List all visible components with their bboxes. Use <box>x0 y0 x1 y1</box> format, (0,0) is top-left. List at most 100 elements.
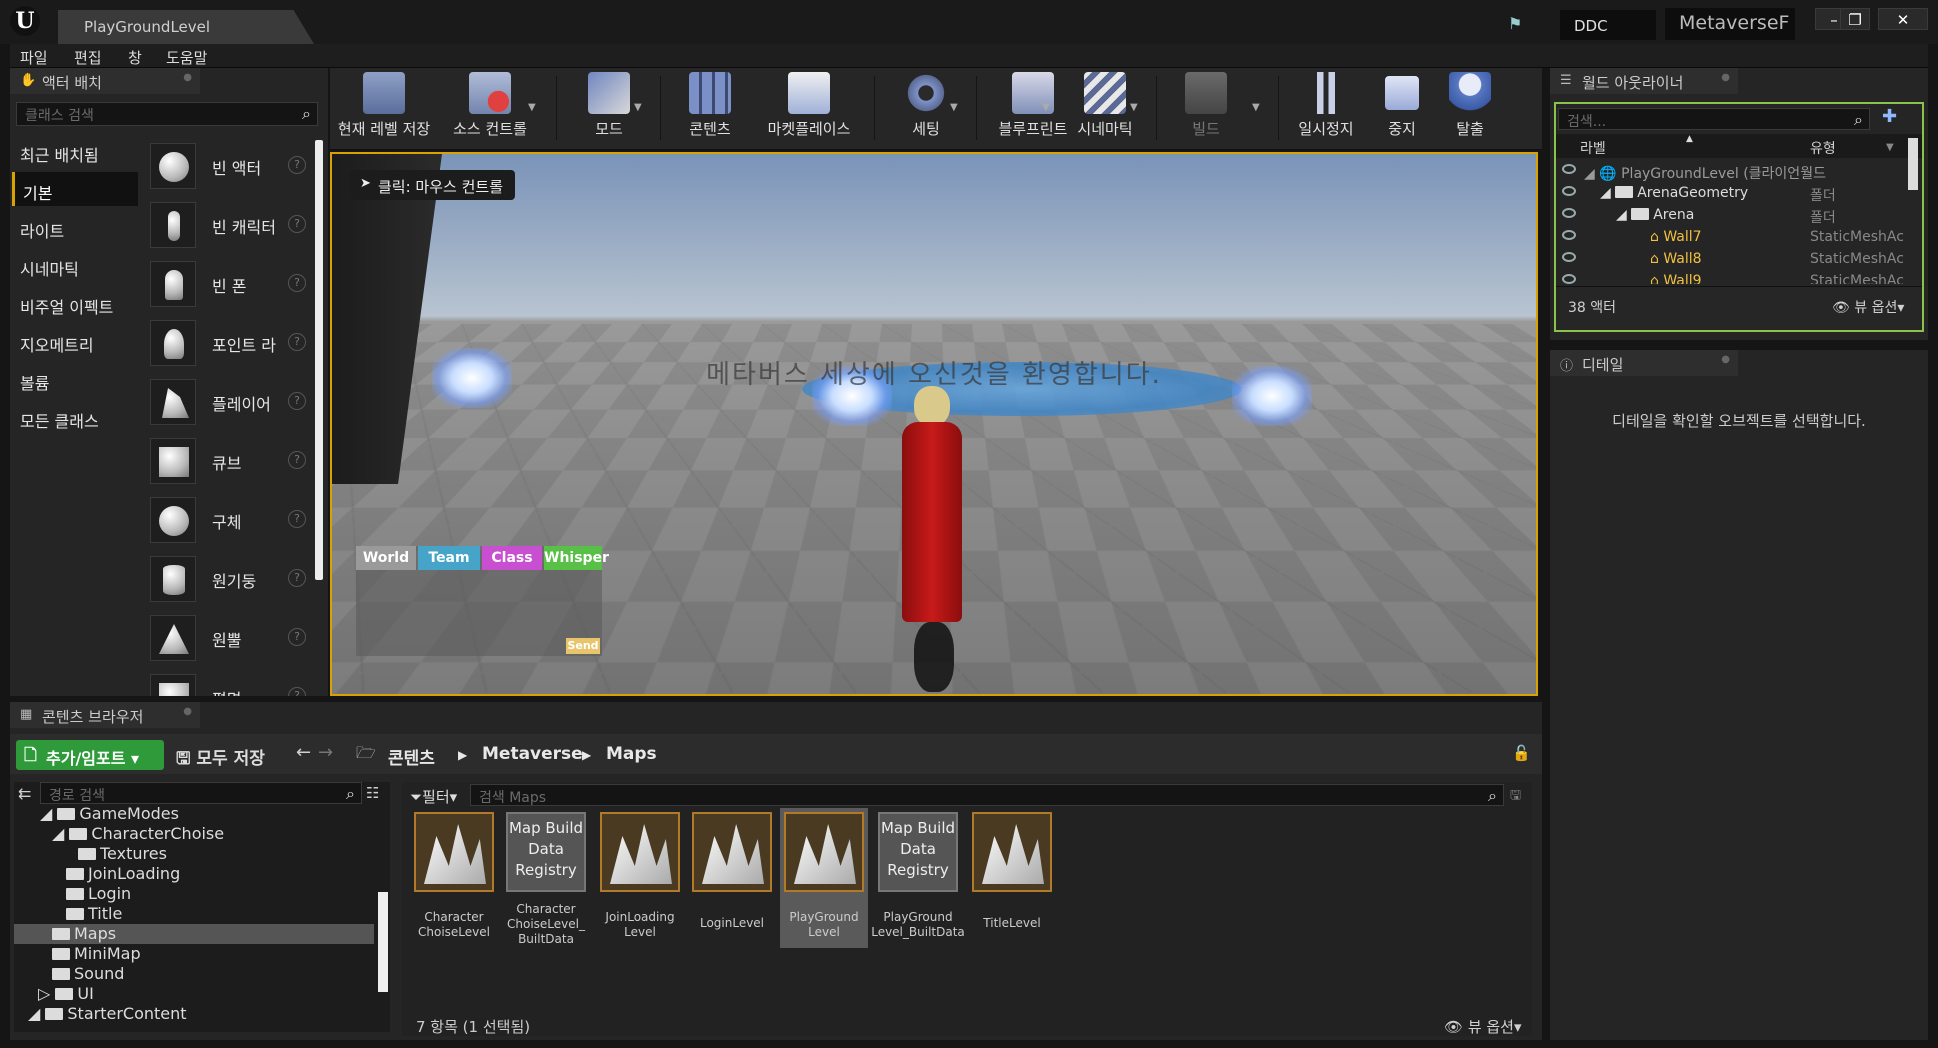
outliner-row[interactable]: ◢ 🌐 PlayGroundLevel (클라이언월드 <box>1556 160 1922 182</box>
breadcrumb-maps[interactable]: Maps <box>606 744 657 764</box>
chat-send-button[interactable]: Send <box>566 638 600 654</box>
source-control-button[interactable]: 소스 컨트롤 <box>440 72 540 148</box>
outliner-row[interactable]: ◢ ArenaGeometry 폴더 <box>1556 182 1922 204</box>
actor-player-start[interactable]: 플레이어 ? <box>142 376 310 432</box>
stop-button[interactable]: 중지 <box>1370 72 1434 148</box>
actor-empty-character[interactable]: 빈 캐릭터 ? <box>142 199 310 255</box>
asset-tile[interactable]: LoginLevel <box>688 812 776 952</box>
world-outliner-tab[interactable]: ☰ 월드 아웃라이너 ● <box>1550 68 1738 94</box>
asset-tile[interactable]: TitleLevel <box>968 812 1056 952</box>
outliner-scrollbar[interactable] <box>1908 138 1918 190</box>
eject-button[interactable]: 탈출 <box>1438 72 1502 148</box>
visibility-eye-icon[interactable] <box>1562 252 1576 262</box>
cinematics-dropdown-icon[interactable]: ▼ <box>1130 102 1138 113</box>
tree-folder[interactable]: JoinLoading <box>14 864 374 884</box>
tree-options-icon[interactable]: ☷ <box>366 784 379 802</box>
help-icon[interactable]: ? <box>288 510 306 528</box>
help-icon[interactable]: ? <box>288 628 306 646</box>
chat-tab-class[interactable]: Class <box>482 546 542 570</box>
tree-folder[interactable]: ◢ GameModes <box>14 804 374 824</box>
add-actor-icon[interactable]: ✚ <box>1882 106 1897 127</box>
content-browser-tab[interactable]: ▦ 콘텐츠 브라우저 ● <box>10 702 200 728</box>
breadcrumb-metaverse[interactable]: Metaverse <box>482 744 583 764</box>
actor-plane[interactable]: 평면 ? <box>142 671 310 696</box>
actor-empty-actor[interactable]: 빈 액터 ? <box>142 140 310 196</box>
folder-open-icon[interactable]: 🗁 <box>356 742 376 769</box>
details-tab[interactable]: ⓘ 디테일 ● <box>1550 350 1738 376</box>
ddc-button[interactable]: DDC <box>1560 10 1656 40</box>
tab-close-icon[interactable]: ● <box>1721 72 1730 83</box>
tree-folder[interactable]: ◢ StarterContent <box>14 1004 374 1024</box>
col-type[interactable]: 유형 <box>1810 138 1836 158</box>
source-control-flag-icon[interactable]: ⚑ <box>1508 14 1536 36</box>
content-view-options[interactable]: 👁 뷰 옵션▾ <box>1444 1016 1522 1037</box>
save-search-icon[interactable]: 🖫 <box>1510 786 1521 808</box>
tab-close-icon[interactable]: ● <box>1721 354 1730 365</box>
visibility-eye-icon[interactable] <box>1562 164 1576 174</box>
asset-tile[interactable]: Map Build Data Registry Character Choise… <box>502 812 590 952</box>
visibility-eye-icon[interactable] <box>1562 230 1576 240</box>
category-all-classes[interactable]: 모든 클래스 <box>12 400 138 434</box>
pause-button[interactable]: 일시정지 <box>1286 72 1366 148</box>
help-icon[interactable]: ? <box>288 215 306 233</box>
asset-tile[interactable]: Character ChoiseLevel <box>410 812 498 952</box>
blueprints-dropdown-icon[interactable]: ▼ <box>1042 102 1050 113</box>
outliner-search-input[interactable]: 검색... ⌕ <box>1558 108 1870 130</box>
help-icon[interactable]: ? <box>288 333 306 351</box>
category-basic[interactable]: 기본 <box>12 172 138 206</box>
settings-dropdown-icon[interactable]: ▼ <box>950 102 958 113</box>
asset-tile-selected[interactable]: PlayGround Level <box>780 808 868 948</box>
actor-point-light[interactable]: 포인트 라 ? <box>142 317 310 373</box>
breadcrumb-chevron-icon[interactable]: ▶ <box>458 748 467 762</box>
help-icon[interactable]: ? <box>288 274 306 292</box>
tree-folder[interactable]: Title <box>14 904 374 924</box>
category-visual-effects[interactable]: 비주얼 이펙트 <box>12 286 138 320</box>
actor-cone[interactable]: 원뿔 ? <box>142 612 310 668</box>
forward-arrow-icon[interactable]: → <box>318 742 333 763</box>
path-search-input[interactable]: 경로 검색 ⌕ <box>40 782 362 804</box>
tree-folder[interactable]: ▷ UI <box>14 984 374 1004</box>
help-icon[interactable]: ? <box>288 156 306 174</box>
chat-tab-whisper[interactable]: Whisper <box>544 546 609 570</box>
place-actors-tab[interactable]: ✋ 액터 배치 ● <box>10 68 200 94</box>
tree-folder[interactable]: Sound <box>14 964 374 984</box>
chat-tab-team[interactable]: Team <box>418 546 480 570</box>
tree-folder[interactable]: ◢ CharacterChoise <box>14 824 374 844</box>
unreal-logo-icon[interactable]: U <box>10 6 40 36</box>
visibility-eye-icon[interactable] <box>1562 186 1576 196</box>
category-volumes[interactable]: 볼륨 <box>12 362 138 396</box>
asset-tile[interactable]: Map Build Data Registry PlayGround Level… <box>871 812 965 952</box>
category-recent[interactable]: 최근 배치됨 <box>12 134 138 168</box>
save-current-level-button[interactable]: 현재 레벨 저장 <box>336 72 432 148</box>
outliner-row[interactable]: ⌂ Wall7 StaticMeshAc <box>1556 226 1922 248</box>
menu-edit[interactable]: 편집 <box>74 47 102 68</box>
menu-file[interactable]: 파일 <box>20 47 48 68</box>
add-import-button[interactable]: 🗋 추가/임포트 ▾ <box>16 740 164 770</box>
actor-empty-pawn[interactable]: 빈 폰 ? <box>142 258 310 314</box>
save-all-button[interactable]: 🖫 모두 저장 <box>176 744 265 775</box>
tab-close-icon[interactable]: ● <box>183 706 192 717</box>
menu-help[interactable]: 도움말 <box>166 47 207 68</box>
tree-folder[interactable]: Textures <box>14 844 374 864</box>
asset-search-input[interactable]: 검색 Maps ⌕ <box>470 784 1504 806</box>
restore-button[interactable]: ❐ <box>1840 8 1870 30</box>
visibility-eye-icon[interactable] <box>1562 208 1576 218</box>
outliner-row[interactable]: ◢ Arena 폴더 <box>1556 204 1922 226</box>
level-viewport[interactable]: 메타버스 세상에 오신것을 환영합니다. ➤ 클릭: 마우스 컨트롤 World… <box>330 152 1538 696</box>
help-icon[interactable]: ? <box>288 392 306 410</box>
chat-tab-world[interactable]: World <box>356 546 416 570</box>
help-icon[interactable]: ? <box>288 451 306 469</box>
place-actors-scrollbar[interactable] <box>315 140 323 580</box>
build-button[interactable]: 빌드 <box>1164 72 1248 148</box>
asset-tile[interactable]: JoinLoading Level <box>596 812 684 952</box>
breadcrumb-content[interactable]: 콘텐츠 <box>388 744 435 769</box>
actor-cylinder[interactable]: 원기둥 ? <box>142 553 310 609</box>
close-button[interactable]: ✕ <box>1878 8 1928 30</box>
outliner-row[interactable]: ⌂ Wall8 StaticMeshAc <box>1556 248 1922 270</box>
marketplace-button[interactable]: 마켓플레이스 <box>754 72 864 148</box>
build-dropdown-icon[interactable]: ▼ <box>1252 102 1260 113</box>
lock-icon[interactable]: 🔓 <box>1512 744 1531 762</box>
visibility-eye-icon[interactable] <box>1562 274 1576 284</box>
outliner-view-options[interactable]: 👁 뷰 옵션▾ <box>1832 297 1904 317</box>
actor-sphere[interactable]: 구체 ? <box>142 494 310 550</box>
